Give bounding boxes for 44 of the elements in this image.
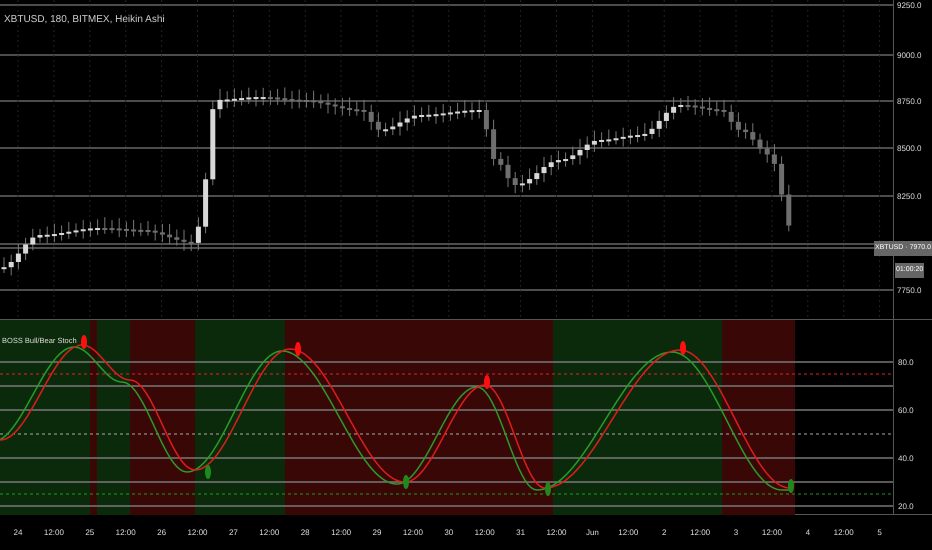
buy-marker-icon (788, 479, 794, 493)
indicator-axis-label: 40.0 (898, 453, 914, 465)
time-axis-label: 4 (806, 527, 810, 539)
time-axis-label: 12:00 (331, 527, 352, 539)
time-axis-label: Jun (586, 527, 599, 539)
time-axis-label: 25 (85, 527, 94, 539)
time-axis-label: 12:00 (546, 527, 567, 539)
price-axis-label: 8250.0 (897, 191, 922, 203)
indicator-axis-label: 20.0 (898, 501, 914, 513)
time-axis-label: 12:00 (474, 527, 495, 539)
time-axis-label: 30 (444, 527, 454, 539)
indicator-axis-label: 60.0 (898, 405, 914, 417)
price-axis-label: 8500.0 (897, 143, 922, 155)
time-axis-label: 12:00 (116, 527, 136, 539)
sell-marker-icon (81, 335, 87, 349)
price-axis-label: 7750.0 (897, 285, 922, 297)
time-axis-label: 26 (157, 527, 166, 539)
time-axis-label: 12:00 (187, 527, 208, 539)
time-axis-label: 2 (662, 527, 666, 539)
buy-marker-icon (403, 475, 409, 489)
buy-marker-icon (205, 465, 211, 479)
sell-marker-icon (484, 375, 490, 389)
sell-marker-icon (680, 341, 686, 355)
price-axis-label: 9000.0 (897, 50, 922, 62)
time-axis-label: 27 (228, 527, 238, 539)
time-axis-label: 12:00 (618, 527, 638, 539)
chart-title: XBTUSD, 180, BITMEX, Heikin Ashi (4, 13, 165, 27)
time-axis-label: 3 (734, 527, 738, 539)
time-axis-label: 12:00 (44, 527, 64, 539)
time-axis-label: 12:00 (834, 527, 854, 539)
time-axis-label: 24 (14, 527, 22, 539)
buy-marker-icon (545, 482, 551, 496)
time-axis-label: 31 (516, 527, 526, 539)
price-axis-label: 9250.0 (897, 0, 922, 12)
time-axis-label: 29 (372, 527, 382, 539)
time-axis-label: 12:00 (762, 527, 782, 539)
time-axis-label: 28 (300, 527, 310, 539)
indicator-axis-label: 80.0 (898, 357, 914, 369)
time-axis-label: 5 (877, 527, 882, 539)
sell-marker-icon (295, 342, 301, 356)
time-axis-label: 12:00 (259, 527, 280, 539)
time-axis-label: 12:00 (402, 527, 423, 539)
price-axis-label: 8750.0 (897, 96, 922, 108)
time-axis-label: 12:00 (690, 527, 710, 539)
